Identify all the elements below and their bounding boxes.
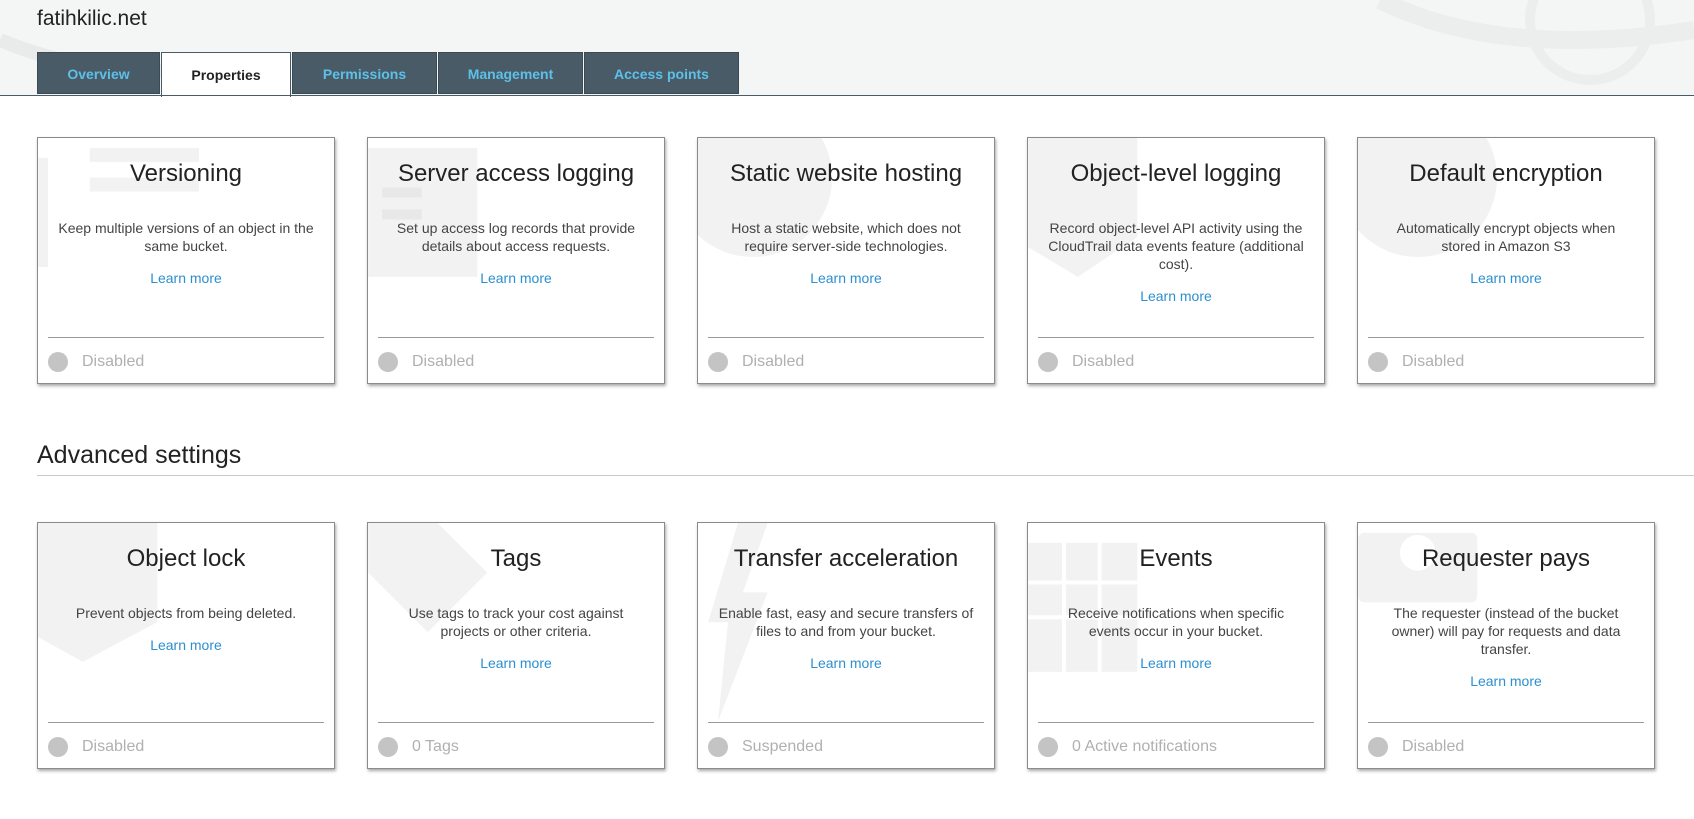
learn-more-link[interactable]: Learn more [56,269,316,287]
status-row: Suspended [708,736,823,758]
status-text: Disabled [742,353,805,370]
status-indicator-icon [378,737,398,757]
learn-more-link[interactable]: Learn more [716,654,976,672]
card-description: Host a static website, which does not re… [731,220,961,254]
tab-overview[interactable]: Overview [37,52,160,94]
card-title: Versioning [129,160,243,187]
status-row: Disabled [378,351,474,373]
property-card-server-access-logging[interactable]: Server access logging Set up access log … [367,137,665,384]
card-divider [1038,722,1314,723]
advanced-settings-heading: Advanced settings [37,441,242,469]
status-text: 0 Active notifications [1072,738,1217,755]
status-text: Disabled [1402,738,1465,755]
status-row: Disabled [48,736,144,758]
learn-more-link[interactable]: Learn more [1376,269,1636,287]
status-text: 0 Tags [412,738,459,755]
card-title: Events [1139,545,1213,572]
advanced-card-events[interactable]: Events Receive notifications when specif… [1027,522,1325,769]
status-indicator-icon [48,352,68,372]
card-divider [48,337,324,338]
advanced-card-tags[interactable]: Tags Use tags to track your cost against… [367,522,665,769]
card-description: Prevent objects from being deleted. [75,605,297,621]
card-divider [378,722,654,723]
card-description: Set up access log records that provide d… [396,220,636,254]
learn-more-link[interactable]: Learn more [1046,287,1306,305]
card-description: Automatically encrypt objects when store… [1396,220,1616,254]
status-indicator-icon [708,352,728,372]
property-card-versioning[interactable]: Versioning Keep multiple versions of an … [37,137,335,384]
card-divider [1368,722,1644,723]
card-title: Server access logging [397,160,635,187]
status-row: Disabled [1368,736,1464,758]
card-divider [1038,337,1314,338]
learn-more-link[interactable]: Learn more [1376,672,1636,690]
status-indicator-icon [1038,737,1058,757]
card-description: Keep multiple versions of an object in t… [58,220,314,254]
bucket-name: fatihkilic.net [37,7,147,30]
advanced-card-requester-pays[interactable]: Requester pays The requester (instead of… [1357,522,1655,769]
learn-more-link[interactable]: Learn more [386,654,646,672]
card-title: Transfer acceleration [733,545,959,572]
property-card-default-encryption[interactable]: Default encryption Automatically encrypt… [1357,137,1655,384]
status-row: 0 Tags [378,736,459,758]
card-description: The requester (instead of the bucket own… [1391,605,1621,657]
status-text: Disabled [82,738,145,755]
card-divider [48,722,324,723]
status-row: 0 Active notifications [1038,736,1217,758]
card-title: Object-level logging [1070,160,1282,187]
card-description: Record object-level API activity using t… [1048,220,1304,272]
card-title: Requester pays [1421,545,1591,572]
advanced-card-object-lock[interactable]: Object lock Prevent objects from being d… [37,522,335,769]
tab-access-points[interactable]: Access points [584,52,739,94]
status-text: Suspended [742,738,823,755]
status-text: Disabled [82,353,145,370]
card-title: Static website hosting [729,160,963,187]
tab-properties[interactable]: Properties [161,52,291,97]
card-divider [708,722,984,723]
status-row: Disabled [708,351,804,373]
advanced-card-transfer-acceleration[interactable]: Transfer acceleration Enable fast, easy … [697,522,995,769]
learn-more-link[interactable]: Learn more [386,269,646,287]
learn-more-link[interactable]: Learn more [1046,654,1306,672]
tab-permissions[interactable]: Permissions [292,52,437,94]
card-title: Tags [490,545,542,572]
card-divider [708,337,984,338]
status-indicator-icon [708,737,728,757]
learn-more-link[interactable]: Learn more [716,269,976,287]
card-description: Enable fast, easy and secure transfers o… [718,605,974,639]
card-description: Use tags to track your cost against proj… [408,605,624,639]
property-card-static-website-hosting[interactable]: Static website hosting Host a static web… [697,137,995,384]
card-title: Default encryption [1409,160,1603,187]
section-divider [37,475,1694,476]
status-row: Disabled [1368,351,1464,373]
status-row: Disabled [1038,351,1134,373]
card-title: Object lock [126,545,246,572]
card-divider [378,337,654,338]
status-indicator-icon [1038,352,1058,372]
card-divider [1368,337,1644,338]
status-indicator-icon [378,352,398,372]
status-text: Disabled [1402,353,1465,370]
card-description: Receive notifications when specific even… [1067,605,1285,639]
status-row: Disabled [48,351,144,373]
learn-more-link[interactable]: Learn more [56,636,316,654]
property-card-object-level-logging[interactable]: Object-level logging Record object-level… [1027,137,1325,384]
status-text: Disabled [412,353,475,370]
tab-management[interactable]: Management [438,52,583,94]
tab-underline [0,95,1694,96]
status-text: Disabled [1072,353,1135,370]
status-indicator-icon [1368,352,1388,372]
tab-bar: Overview Properties Permissions Manageme… [37,52,740,97]
status-indicator-icon [48,737,68,757]
status-indicator-icon [1368,737,1388,757]
